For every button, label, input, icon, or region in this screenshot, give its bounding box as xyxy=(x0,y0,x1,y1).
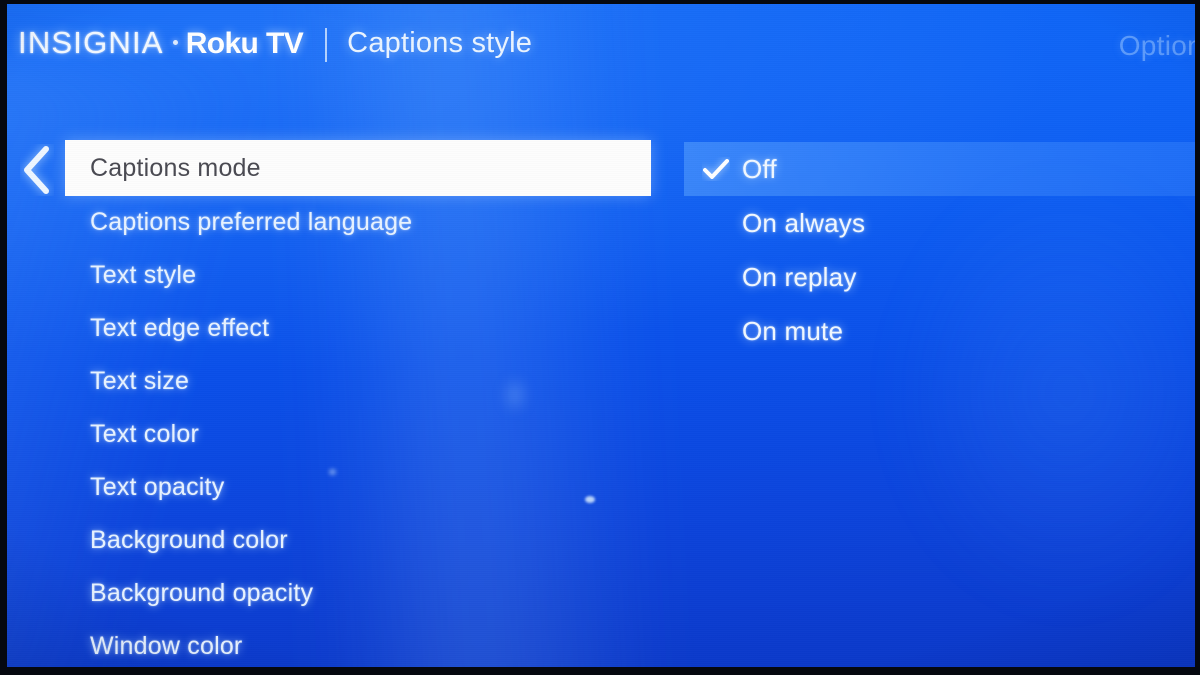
option-row-on-replay[interactable]: On replay xyxy=(684,250,1195,304)
settings-row-text-edge-effect[interactable]: Text edge effect xyxy=(65,302,651,355)
tv-panel: INSIGNIA Roku TV Captions style Option C… xyxy=(7,4,1195,667)
settings-row-label: Text opacity xyxy=(90,473,225,501)
page-title: Captions style xyxy=(347,26,533,59)
settings-row-window-color[interactable]: Window color xyxy=(65,620,651,667)
settings-row-label: Text color xyxy=(90,420,199,448)
settings-row-background-color[interactable]: Background color xyxy=(65,514,651,567)
header-divider xyxy=(325,28,328,62)
option-row-on-always[interactable]: On always xyxy=(684,196,1195,250)
option-label: On always xyxy=(742,207,866,238)
settings-row-text-opacity[interactable]: Text opacity xyxy=(65,461,651,514)
settings-row-label: Background opacity xyxy=(90,579,314,607)
header-bar: INSIGNIA Roku TV Captions style Option xyxy=(7,4,1195,82)
back-button[interactable] xyxy=(20,144,54,196)
settings-list: Captions mode Captions preferred languag… xyxy=(65,140,651,667)
option-label: On mute xyxy=(742,315,844,346)
settings-row-label: Background color xyxy=(90,526,288,554)
option-label: Off xyxy=(742,153,777,184)
settings-row-text-size[interactable]: Text size xyxy=(65,355,651,408)
settings-row-label: Window color xyxy=(90,632,243,660)
roku-tv-logo: Roku TV xyxy=(185,27,304,60)
option-label: On replay xyxy=(742,261,857,292)
settings-row-captions-mode[interactable]: Captions mode xyxy=(65,140,651,196)
settings-row-label: Captions preferred language xyxy=(90,208,413,236)
checkmark-icon xyxy=(702,157,742,181)
option-row-off[interactable]: Off xyxy=(684,142,1195,196)
settings-row-captions-preferred-language[interactable]: Captions preferred language xyxy=(65,196,651,249)
option-row-on-mute[interactable]: On mute xyxy=(684,304,1195,358)
settings-row-label: Text size xyxy=(90,367,190,395)
settings-row-label: Captions mode xyxy=(90,153,261,182)
brand-separator-dot xyxy=(172,40,178,45)
insignia-logo: INSIGNIA xyxy=(18,25,164,60)
settings-row-text-color[interactable]: Text color xyxy=(65,408,651,461)
settings-row-background-opacity[interactable]: Background opacity xyxy=(65,567,651,620)
settings-row-text-style[interactable]: Text style xyxy=(65,249,651,302)
settings-row-label: Text style xyxy=(90,261,197,289)
chevron-left-icon xyxy=(20,144,54,196)
options-list: Off On always On replay On mute xyxy=(684,142,1195,358)
settings-row-label: Text edge effect xyxy=(90,314,270,342)
brand-block: INSIGNIA Roku TV xyxy=(18,25,304,61)
tv-screen: INSIGNIA Roku TV Captions style Option C… xyxy=(0,0,1200,675)
header-option-label[interactable]: Option xyxy=(1119,30,1195,62)
